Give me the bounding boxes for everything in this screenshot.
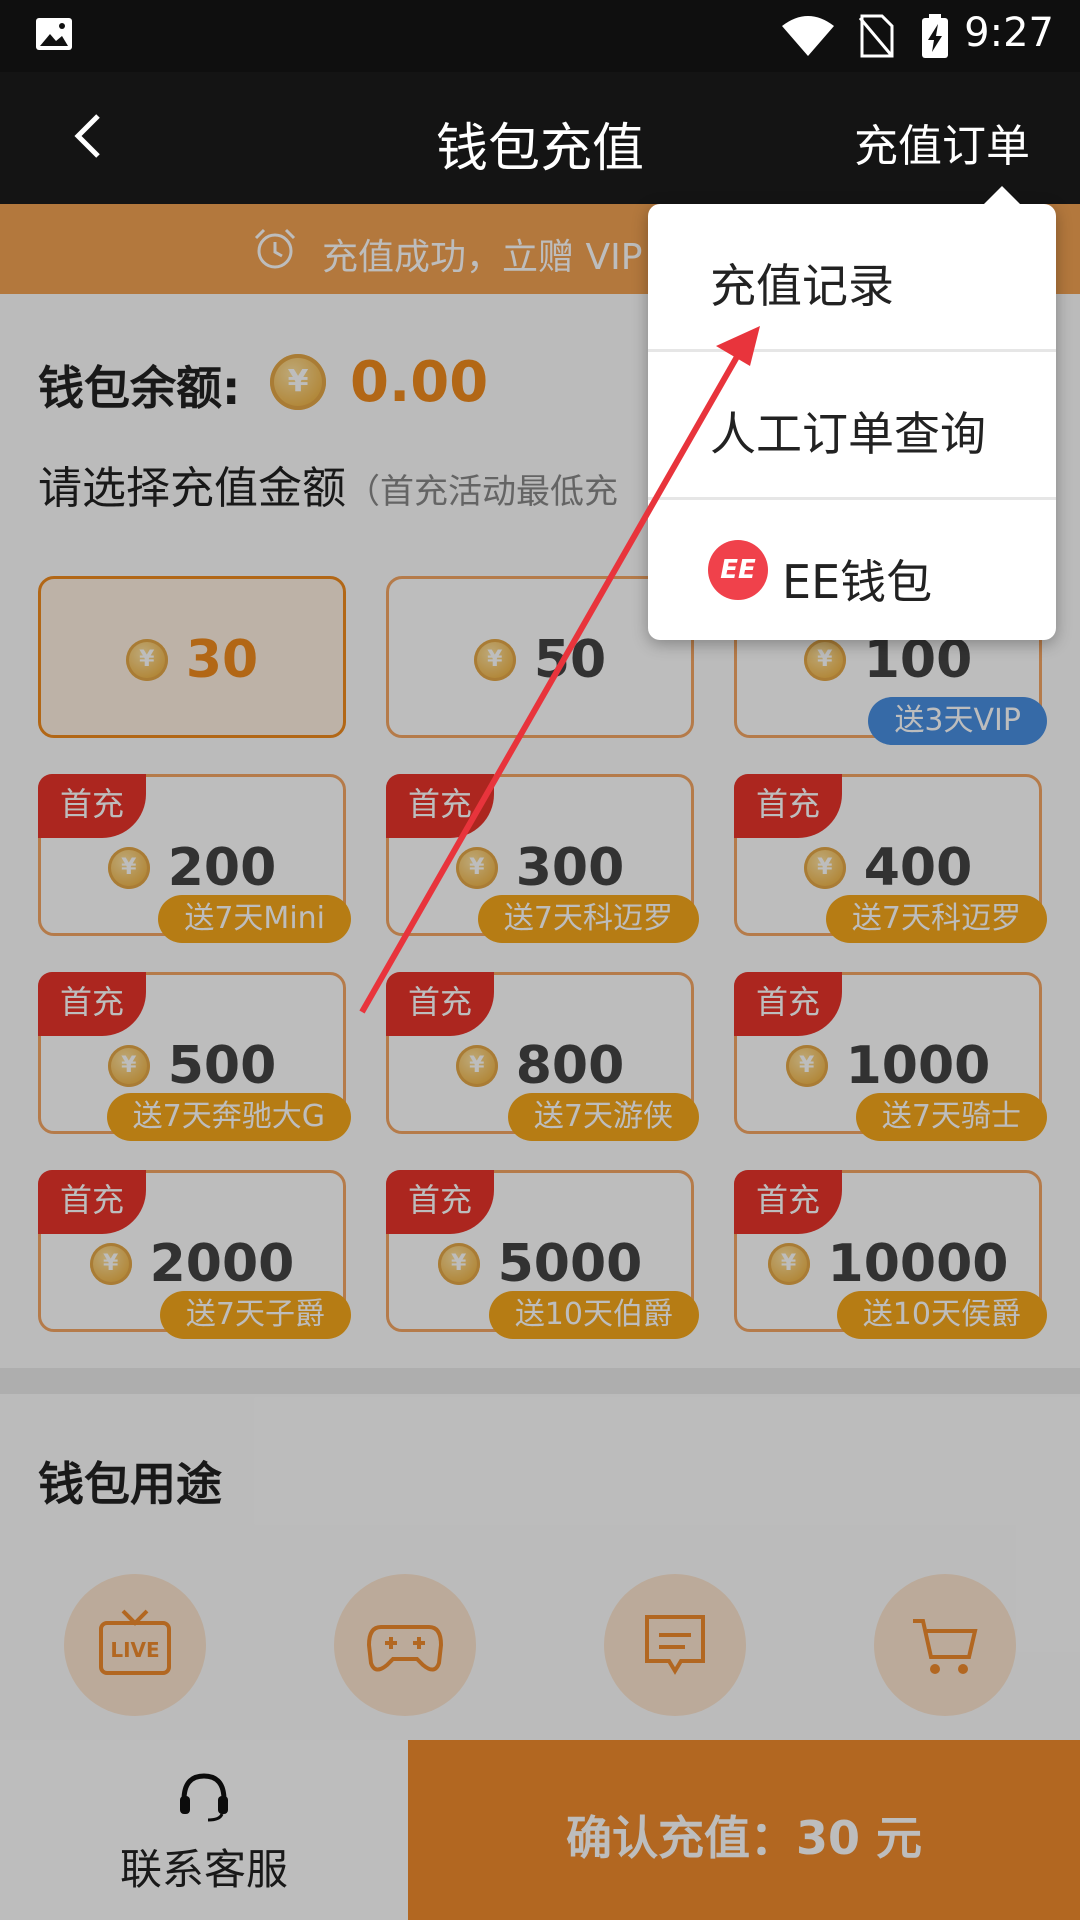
annotation-arrow [359,326,760,1014]
